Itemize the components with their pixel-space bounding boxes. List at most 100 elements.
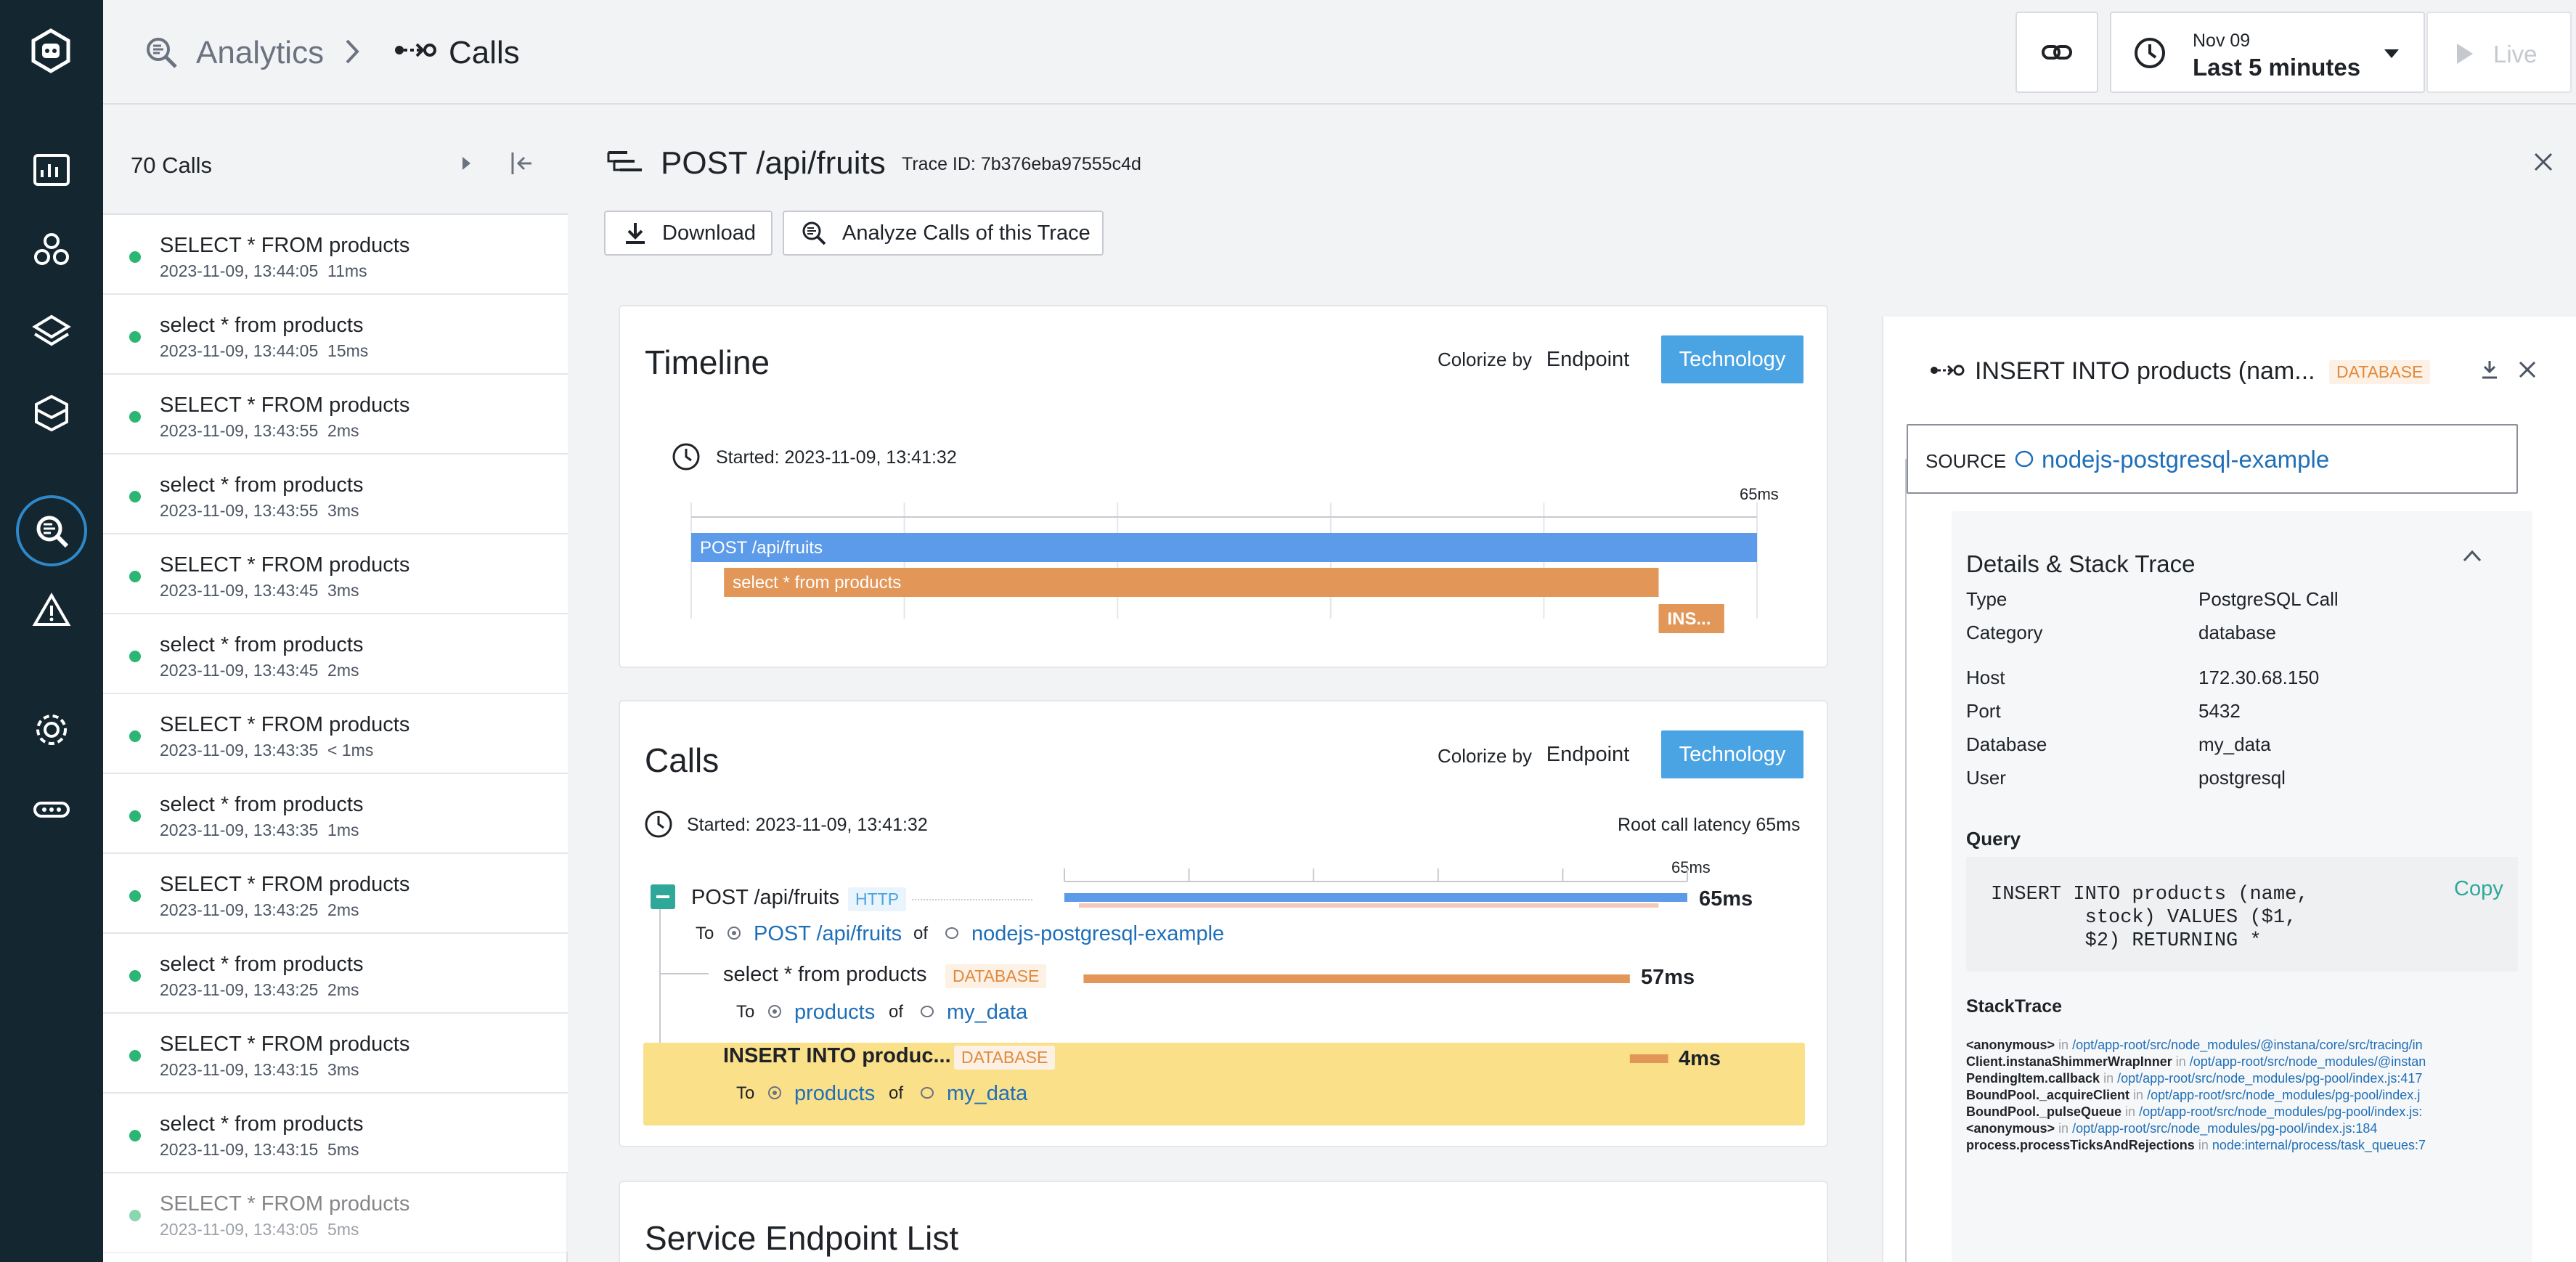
stack-frame-location[interactable]: node:internal/process/task_queues:7 <box>2212 1138 2426 1152</box>
copy-button[interactable]: Copy <box>2454 877 2503 901</box>
stack-frame-location[interactable]: /opt/app-root/src/node_modules/pg-pool/i… <box>2117 1071 2422 1086</box>
websites-icon[interactable] <box>25 305 78 359</box>
calls-endpoint-toggle[interactable]: Endpoint <box>1538 730 1638 778</box>
call-row-3-name[interactable]: INSERT INTO produc... <box>723 1044 951 1068</box>
call-list-item[interactable]: SELECT * FROM products 2023-11-09, 13:44:… <box>103 215 568 295</box>
call-row-2-name[interactable]: select * from products <box>723 963 926 987</box>
close-detail-icon[interactable] <box>2518 360 2537 383</box>
call-row-1-endpoint-link[interactable]: POST /api/fruits <box>754 922 902 946</box>
stack-frame-location[interactable]: /opt/app-root/src/node_modules/pg-pool/i… <box>2072 1121 2377 1136</box>
timeline-bar[interactable] <box>691 533 1757 562</box>
call-row-2-endpoint-link[interactable]: products <box>794 1001 875 1025</box>
analyze-calls-button[interactable]: Analyze Calls of this Trace <box>783 211 1104 256</box>
call-list-item-duration: 3ms <box>327 1060 359 1079</box>
calls-technology-toggle[interactable]: Technology <box>1661 730 1803 778</box>
stack-frame-function: BoundPool._pulseQueue <box>1966 1104 2122 1119</box>
stack-frame-in: in <box>2103 1071 2114 1086</box>
call-list-item[interactable]: SELECT * FROM products 2023-11-09, 13:43:… <box>103 694 568 774</box>
call-list-item[interactable]: SELECT * FROM products 2023-11-09, 13:43:… <box>103 1173 568 1253</box>
stack-frame-location[interactable]: /opt/app-root/src/node_modules/pg-pool/i… <box>2139 1104 2422 1119</box>
time-range-picker[interactable]: Nov 09 Last 5 minutes <box>2110 12 2425 93</box>
call-row-3-database-link[interactable]: my_data <box>947 1082 1027 1106</box>
service-icon <box>944 925 960 945</box>
dashboards-icon[interactable] <box>25 144 78 198</box>
download-detail-icon[interactable] <box>2480 359 2499 384</box>
call-list-item[interactable]: select * from products 2023-11-09, 13:43:… <box>103 774 568 854</box>
call-list-item-meta: 2023-11-09, 13:43:15 5ms <box>160 1140 359 1160</box>
stacktrace-title: StackTrace <box>1966 996 2063 1017</box>
call-list-item[interactable]: select * from products 2023-11-09, 13:43:… <box>103 455 568 534</box>
copy-link-button[interactable] <box>2015 12 2098 93</box>
call-list-item[interactable]: select * from products 2023-11-09, 13:43:… <box>103 934 568 1014</box>
call-list-item[interactable]: SELECT * FROM products 2023-11-09, 13:43:… <box>103 375 568 455</box>
call-list-item-meta: 2023-11-09, 13:43:05 5ms <box>160 1220 359 1239</box>
stack-frame-function: process.processTicksAndRejections <box>1966 1138 2195 1152</box>
call-list-item[interactable]: select * from products 2023-11-09, 13:43:… <box>103 1094 568 1173</box>
call-bar-select <box>1083 974 1630 983</box>
stack-frame-location[interactable]: /opt/app-root/src/node_modules/@instan <box>2190 1054 2426 1069</box>
call-list-item[interactable]: SELECT * FROM products 2023-11-09, 13:43:… <box>103 854 568 934</box>
call-row-2-database-link[interactable]: my_data <box>947 1001 1027 1025</box>
timeline-endpoint-toggle[interactable]: Endpoint <box>1538 335 1638 383</box>
call-list-item[interactable]: select * from products 2023-11-09, 13:43:… <box>103 614 568 694</box>
status-dot-icon <box>129 970 141 982</box>
detail-tag: DATABASE <box>2329 360 2431 384</box>
call-list-item[interactable]: SELECT * FROM products 2023-11-09, 13:43:… <box>103 1014 568 1094</box>
call-list-item[interactable]: select * from products 2023-11-09, 13:44:… <box>103 295 568 375</box>
service-endpoint-title: Service Endpoint List <box>645 1219 959 1257</box>
call-row-1-service-link[interactable]: nodejs-postgresql-example <box>971 922 1224 946</box>
timeline-title: Timeline <box>645 343 770 381</box>
details-section: Details & Stack Trace Type PostgreSQL Cal… <box>1952 511 2532 1262</box>
top-bar: Analytics Calls Nov 09 Last 5 minutes Li… <box>103 0 2576 105</box>
clock-icon <box>2133 36 2167 73</box>
chevron-up-icon[interactable] <box>2461 547 2483 567</box>
call-list-item-timestamp: 2023-11-09, 13:43:45 <box>160 661 319 680</box>
call-list-item-duration: < 1ms <box>327 741 374 760</box>
live-button[interactable]: Live <box>2426 12 2572 93</box>
call-list-item-title: select * from products <box>160 314 364 337</box>
call-list-item[interactable]: SELECT * FROM products 2023-11-09, 13:43:… <box>103 534 568 614</box>
status-dot-icon <box>129 651 141 662</box>
collapse-panel-icon[interactable] <box>508 150 536 181</box>
call-list-item-meta: 2023-11-09, 13:43:15 3ms <box>160 1060 359 1080</box>
stack-frame-function: <anonymous> <box>1966 1038 2055 1052</box>
source-service-link[interactable]: nodejs-postgresql-example <box>2042 446 2329 473</box>
database-icon <box>919 1085 935 1104</box>
call-list-item-timestamp: 2023-11-09, 13:43:25 <box>160 900 319 919</box>
call-list-item-title: select * from products <box>160 633 364 656</box>
download-button[interactable]: Download <box>604 211 773 256</box>
infrastructure-icon[interactable] <box>25 386 78 440</box>
timeline-chart: POST /api/fruits select * from products IN… <box>690 502 1758 633</box>
timeline-started: Started: 2023-11-09, 13:41:32 <box>716 447 957 468</box>
call-row-1-name[interactable]: POST /api/fruits <box>691 886 839 910</box>
timeline-bar-label: POST /api/fruits <box>700 538 823 558</box>
instana-logo-icon[interactable] <box>28 28 74 74</box>
endpoint-icon <box>767 1004 783 1023</box>
call-row-2-tag: DATABASE <box>945 964 1047 988</box>
call-row-3-endpoint-link[interactable]: products <box>794 1082 875 1106</box>
applications-icon[interactable] <box>25 224 78 277</box>
stack-frame-in: in <box>2198 1138 2209 1152</box>
settings-gear-icon[interactable] <box>25 703 78 757</box>
stack-frame-location[interactable]: /opt/app-root/src/node_modules/@instana/… <box>2072 1038 2423 1052</box>
timeline-technology-toggle[interactable]: Technology <box>1661 335 1803 383</box>
breadcrumb-analytics[interactable]: Analytics <box>196 35 324 71</box>
events-warning-icon[interactable] <box>25 584 78 638</box>
analytics-icon[interactable] <box>16 495 87 566</box>
stack-frame-location[interactable]: /opt/app-root/src/node_modules/pg-pool/i… <box>2147 1088 2420 1102</box>
collapse-row-icon[interactable] <box>651 884 675 909</box>
close-trace-icon[interactable] <box>2532 151 2554 176</box>
stack-frame-in: in <box>2133 1088 2144 1102</box>
call-row-1-tag: HTTP <box>848 887 907 911</box>
details-section-title[interactable]: Details & Stack Trace <box>1966 550 2195 578</box>
calls-title: Calls <box>645 741 720 779</box>
expand-caret-icon[interactable] <box>460 155 472 175</box>
more-options-icon[interactable] <box>25 783 78 836</box>
call-list-item-meta: 2023-11-09, 13:43:35 < 1ms <box>160 741 373 760</box>
detail-field-key: Database <box>1966 733 2047 755</box>
call-list-item-timestamp: 2023-11-09, 13:43:05 <box>160 1220 319 1239</box>
call-detail-panel: INSERT INTO products (nam... DATABASE SO… <box>1882 317 2576 1262</box>
call-list-item-timestamp: 2023-11-09, 13:43:45 <box>160 581 319 600</box>
play-icon <box>2455 42 2474 69</box>
chevron-right-icon <box>343 38 362 69</box>
